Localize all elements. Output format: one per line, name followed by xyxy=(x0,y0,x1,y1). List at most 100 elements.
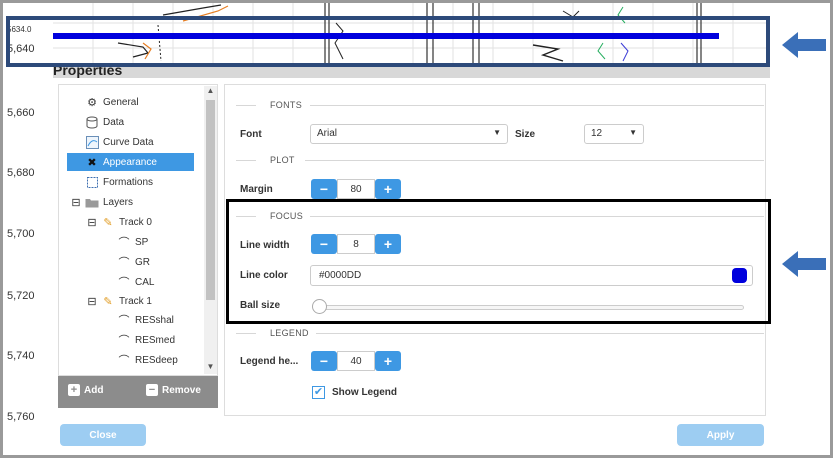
tree-item-label: Track 0 xyxy=(119,216,152,228)
tree-item-label: Formations xyxy=(103,176,154,188)
decrement-button[interactable]: − xyxy=(311,351,337,371)
remove-button[interactable]: − Remove xyxy=(146,384,201,396)
legend-height-stepper[interactable]: − 40 + xyxy=(311,351,401,371)
curve-icon: ⌒ xyxy=(118,355,130,367)
tree-item-curve[interactable]: ⌒ RESshal xyxy=(117,311,174,329)
legend-height-value[interactable]: 40 xyxy=(337,351,375,371)
curve-icon: ⌒ xyxy=(118,257,130,269)
curve-data-icon xyxy=(85,135,99,149)
tree-item-label: RESdeep xyxy=(135,354,178,366)
tree-item-curve[interactable]: ⌒ GR xyxy=(117,253,151,271)
depth-label: 5,680 xyxy=(7,167,35,179)
tree-scrollbar[interactable]: ▲ ▼ xyxy=(204,86,217,374)
font-label: Font xyxy=(240,129,262,140)
gear-icon: ⚙ xyxy=(87,96,97,109)
decrement-button[interactable]: − xyxy=(311,179,337,199)
add-button[interactable]: + Add xyxy=(68,384,103,396)
size-select-value: 12 xyxy=(591,128,603,139)
section-divider xyxy=(236,160,256,161)
size-select[interactable]: 12 ▼ xyxy=(584,124,644,144)
tree-item-track-1[interactable]: ⊟ ✎ Track 1 xyxy=(87,292,152,310)
section-divider xyxy=(305,160,764,161)
depth-label: 5,660 xyxy=(7,107,35,119)
increment-button[interactable]: + xyxy=(375,351,401,371)
scrollbar-thumb[interactable] xyxy=(206,100,215,300)
margin-label: Margin xyxy=(240,184,273,195)
tree-item-label: GR xyxy=(135,256,150,268)
highlight-frame-focus xyxy=(226,199,771,324)
section-fonts: FONTS xyxy=(270,100,302,110)
database-icon xyxy=(85,115,99,129)
legend-height-label: Legend he... xyxy=(240,356,299,367)
tools-icon: ✖ xyxy=(87,156,97,169)
minus-icon: − xyxy=(146,384,158,396)
section-plot: PLOT xyxy=(270,155,295,165)
tree-item-formations[interactable]: Formations xyxy=(85,173,153,191)
depth-label: 5,740 xyxy=(7,350,35,362)
tree-item-curve[interactable]: ⌒ SP xyxy=(117,233,149,251)
scroll-up-icon[interactable]: ▲ xyxy=(204,86,217,98)
checkmark-icon: ✔ xyxy=(313,386,324,398)
curve-icon: ⌒ xyxy=(118,277,130,289)
tree-item-label: Curve Data xyxy=(103,136,154,148)
pencil-icon: ✎ xyxy=(103,295,113,308)
tree-item-label: Layers xyxy=(103,196,134,208)
curve-icon: ⌒ xyxy=(118,237,130,249)
apply-button[interactable]: Apply xyxy=(677,424,764,446)
left-arrow-icon xyxy=(782,32,826,58)
tree-item-label: General xyxy=(103,96,139,108)
show-legend-checkbox[interactable]: ✔ xyxy=(312,386,325,399)
section-divider xyxy=(236,105,256,106)
tree-item-label: Data xyxy=(103,116,125,128)
font-select[interactable]: Arial ▼ xyxy=(310,124,508,144)
section-divider xyxy=(310,105,764,106)
tree-item-curve[interactable]: ⌒ RESmed xyxy=(117,331,176,349)
show-legend-label: Show Legend xyxy=(332,387,397,398)
margin-stepper[interactable]: − 80 + xyxy=(311,179,401,199)
depth-label: 5,760 xyxy=(7,411,35,423)
properties-tree[interactable]: ⚙ General Data Curve Data ✖ Appearance F… xyxy=(58,84,218,376)
tree-item-label: RESmed xyxy=(135,334,176,346)
remove-button-label: Remove xyxy=(162,384,201,396)
tree-item-data[interactable]: Data xyxy=(85,113,124,131)
section-divider xyxy=(236,333,256,334)
collapse-icon[interactable]: ⊟ xyxy=(87,215,97,229)
tree-actions-bar: + Add − Remove xyxy=(58,376,218,408)
collapse-icon[interactable]: ⊟ xyxy=(71,195,81,209)
margin-value[interactable]: 80 xyxy=(337,179,375,199)
curve-icon: ⌒ xyxy=(118,335,130,347)
tree-item-curve[interactable]: ⌒ RESdeep xyxy=(117,351,178,369)
folder-icon xyxy=(85,195,99,209)
highlight-frame-plot xyxy=(6,16,770,67)
section-legend: LEGEND xyxy=(270,328,309,338)
pencil-icon: ✎ xyxy=(103,216,113,229)
scroll-down-icon[interactable]: ▼ xyxy=(204,362,217,374)
tree-item-curve-data[interactable]: Curve Data xyxy=(85,133,154,151)
left-arrow-icon xyxy=(782,251,826,277)
increment-button[interactable]: + xyxy=(375,179,401,199)
size-label: Size xyxy=(515,129,536,140)
depth-label: 5,720 xyxy=(7,290,35,302)
dropdown-arrow-icon: ▼ xyxy=(629,128,637,137)
dropdown-arrow-icon: ▼ xyxy=(493,128,501,137)
add-button-label: Add xyxy=(84,384,104,396)
tree-item-layers[interactable]: ⊟ Layers xyxy=(71,193,133,211)
font-select-value: Arial xyxy=(317,128,338,139)
depth-ruler: 5634.0 5,640 5,660 5,680 5,700 5,720 5,7… xyxy=(3,3,53,455)
tree-item-label: Appearance xyxy=(103,156,157,168)
section-divider xyxy=(316,333,764,334)
tree-item-appearance[interactable]: ✖ Appearance xyxy=(67,153,194,171)
plus-icon: + xyxy=(68,384,80,396)
tree-item-track-0[interactable]: ⊟ ✎ Track 0 xyxy=(87,213,152,231)
tree-item-general[interactable]: ⚙ General xyxy=(85,93,139,111)
formations-icon xyxy=(85,175,99,189)
depth-label: 5,700 xyxy=(7,228,35,240)
tree-item-curve[interactable]: ⌒ CAL xyxy=(117,273,155,291)
close-button[interactable]: Close xyxy=(60,424,146,446)
tree-item-label: RESshal xyxy=(135,314,174,326)
tree-item-label: SP xyxy=(135,236,149,248)
collapse-icon[interactable]: ⊟ xyxy=(87,294,97,308)
tree-item-label: Track 1 xyxy=(119,295,152,307)
curve-icon: ⌒ xyxy=(118,315,130,327)
tree-item-label: CAL xyxy=(135,276,155,288)
